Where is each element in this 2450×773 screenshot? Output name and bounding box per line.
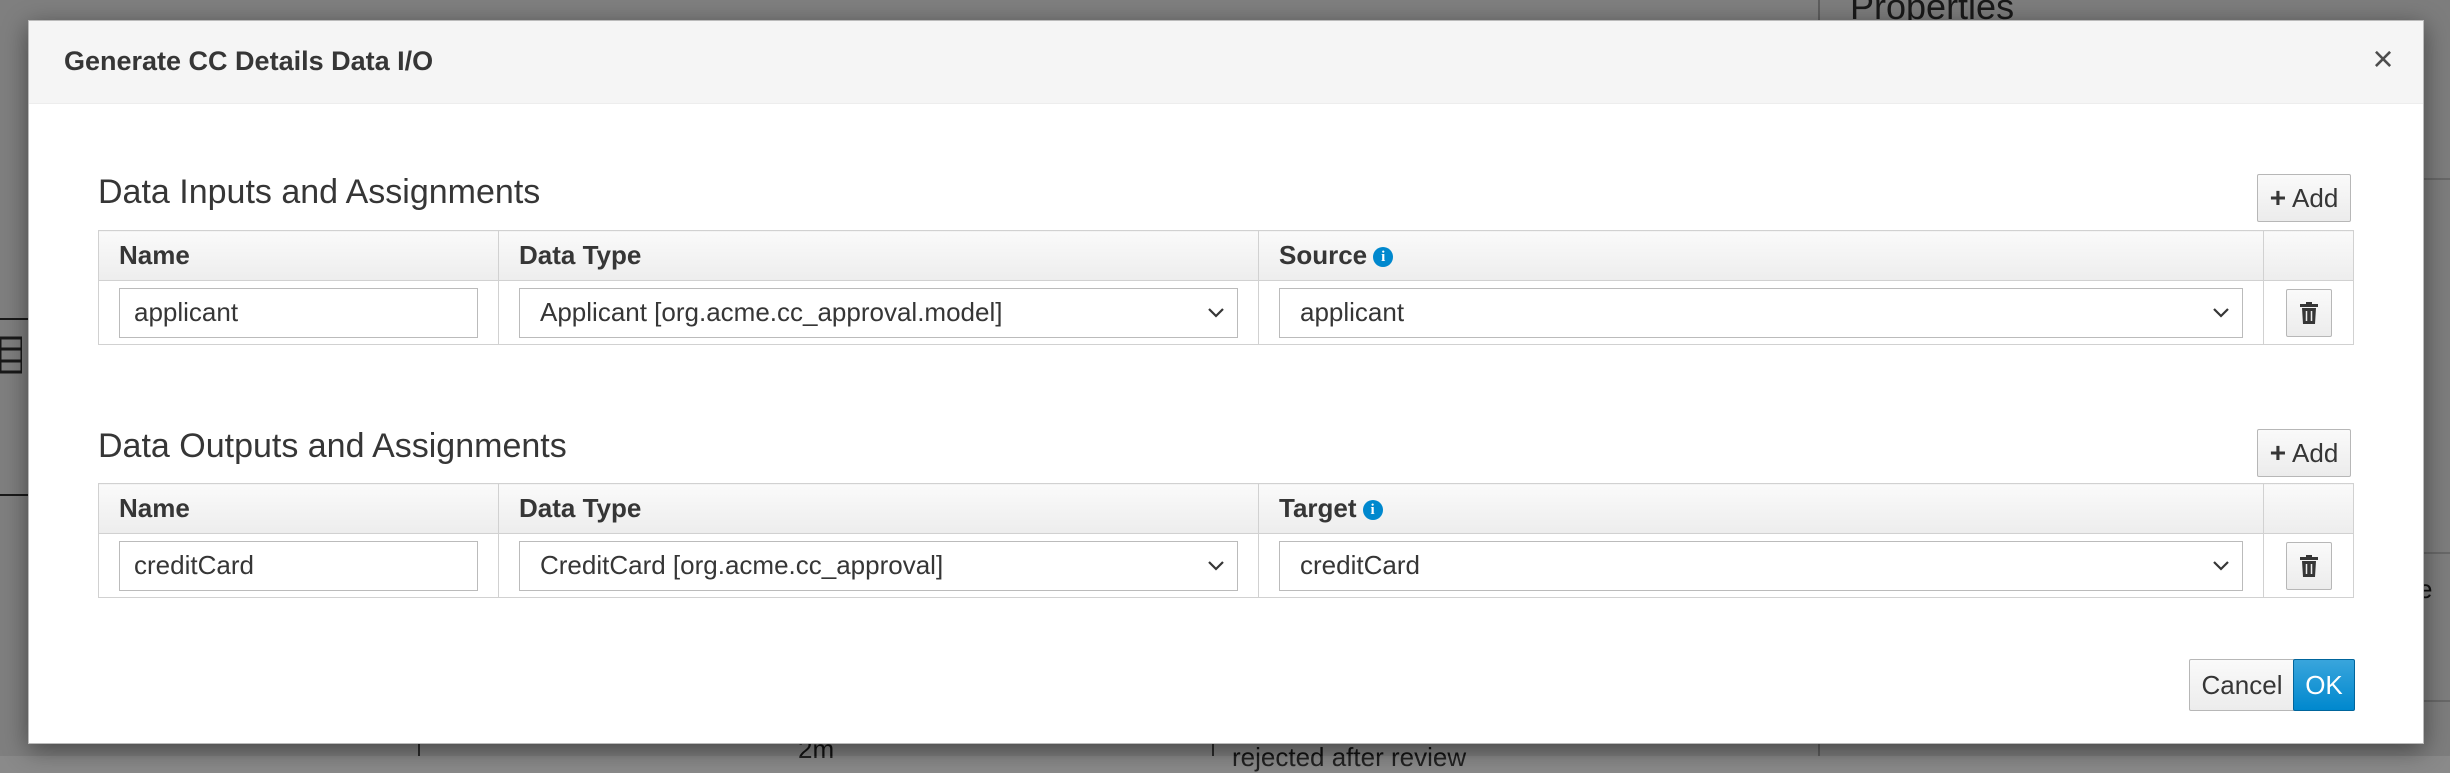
info-icon[interactable]: i (1373, 247, 1394, 268)
input-data-type-select[interactable]: Applicant [org.acme.cc_approval.model] (519, 287, 1238, 338)
chevron-down-icon (2213, 307, 2229, 318)
table-header-row: Name Data Type Target i (98, 483, 2354, 534)
modal-title: Generate CC Details Data I/O (64, 46, 434, 76)
add-input-button[interactable]: + Add (2257, 174, 2351, 222)
column-header-target: Target i (1258, 483, 2264, 534)
chevron-down-icon (1208, 307, 1224, 318)
table-header-row: Name Data Type Source i (98, 230, 2354, 281)
outputs-table: Name Data Type Targeti CreditCard [org.a… (98, 483, 2354, 598)
inputs-section-title: Data Inputs and Assignments (98, 173, 541, 211)
select-value: creditCard (1300, 550, 1420, 580)
add-input-label: Add (2292, 182, 2339, 213)
column-header-source: Source i (1258, 230, 2264, 281)
data-io-modal: Generate CC Details Data I/O × Data Inpu… (28, 20, 2424, 744)
select-value: CreditCard [org.acme.cc_approval] (540, 550, 944, 580)
column-header-actions (2263, 483, 2354, 534)
info-icon[interactable]: i (1362, 500, 1383, 521)
output-name-field[interactable] (119, 540, 478, 591)
output-data-type-select[interactable]: CreditCard [org.acme.cc_approval] (519, 540, 1238, 591)
column-header-name: Name (98, 483, 499, 534)
column-header-data-type: Data Type (498, 483, 1259, 534)
chevron-down-icon (2213, 560, 2229, 571)
modal-header: Generate CC Details Data I/O × (29, 21, 2423, 104)
delete-output-button[interactable] (2285, 541, 2332, 590)
add-output-button[interactable]: + Add (2257, 429, 2351, 477)
trash-icon (2299, 554, 2318, 577)
close-icon[interactable]: × (2363, 39, 2403, 79)
add-output-label: Add (2292, 437, 2339, 468)
input-name-field[interactable] (119, 287, 478, 338)
input-source-select[interactable]: applicant (1279, 287, 2243, 338)
trash-icon (2299, 301, 2318, 324)
ok-button[interactable]: OK (2293, 659, 2355, 711)
column-header-name: Name (98, 230, 499, 281)
column-header-data-type: Data Type (498, 230, 1259, 281)
chevron-down-icon (1208, 560, 1224, 571)
delete-input-button[interactable] (2285, 288, 2332, 337)
output-target-select[interactable]: creditCard (1279, 540, 2243, 591)
cancel-button[interactable]: Cancel (2189, 659, 2295, 711)
select-value: applicant (1300, 297, 1405, 327)
table-row: Applicant [org.acme.cc_approval.model] a… (98, 280, 2354, 345)
outputs-section-title: Data Outputs and Assignments (98, 427, 567, 465)
column-header-actions (2263, 230, 2354, 281)
inputs-table: Name Data Type Sourcei Applicant [org.ac… (98, 230, 2354, 345)
plus-icon: + (2269, 437, 2287, 468)
table-row: CreditCard [org.acme.cc_approval] credit… (98, 533, 2354, 598)
plus-icon: + (2269, 182, 2287, 213)
select-value: Applicant [org.acme.cc_approval.model] (540, 297, 1003, 327)
